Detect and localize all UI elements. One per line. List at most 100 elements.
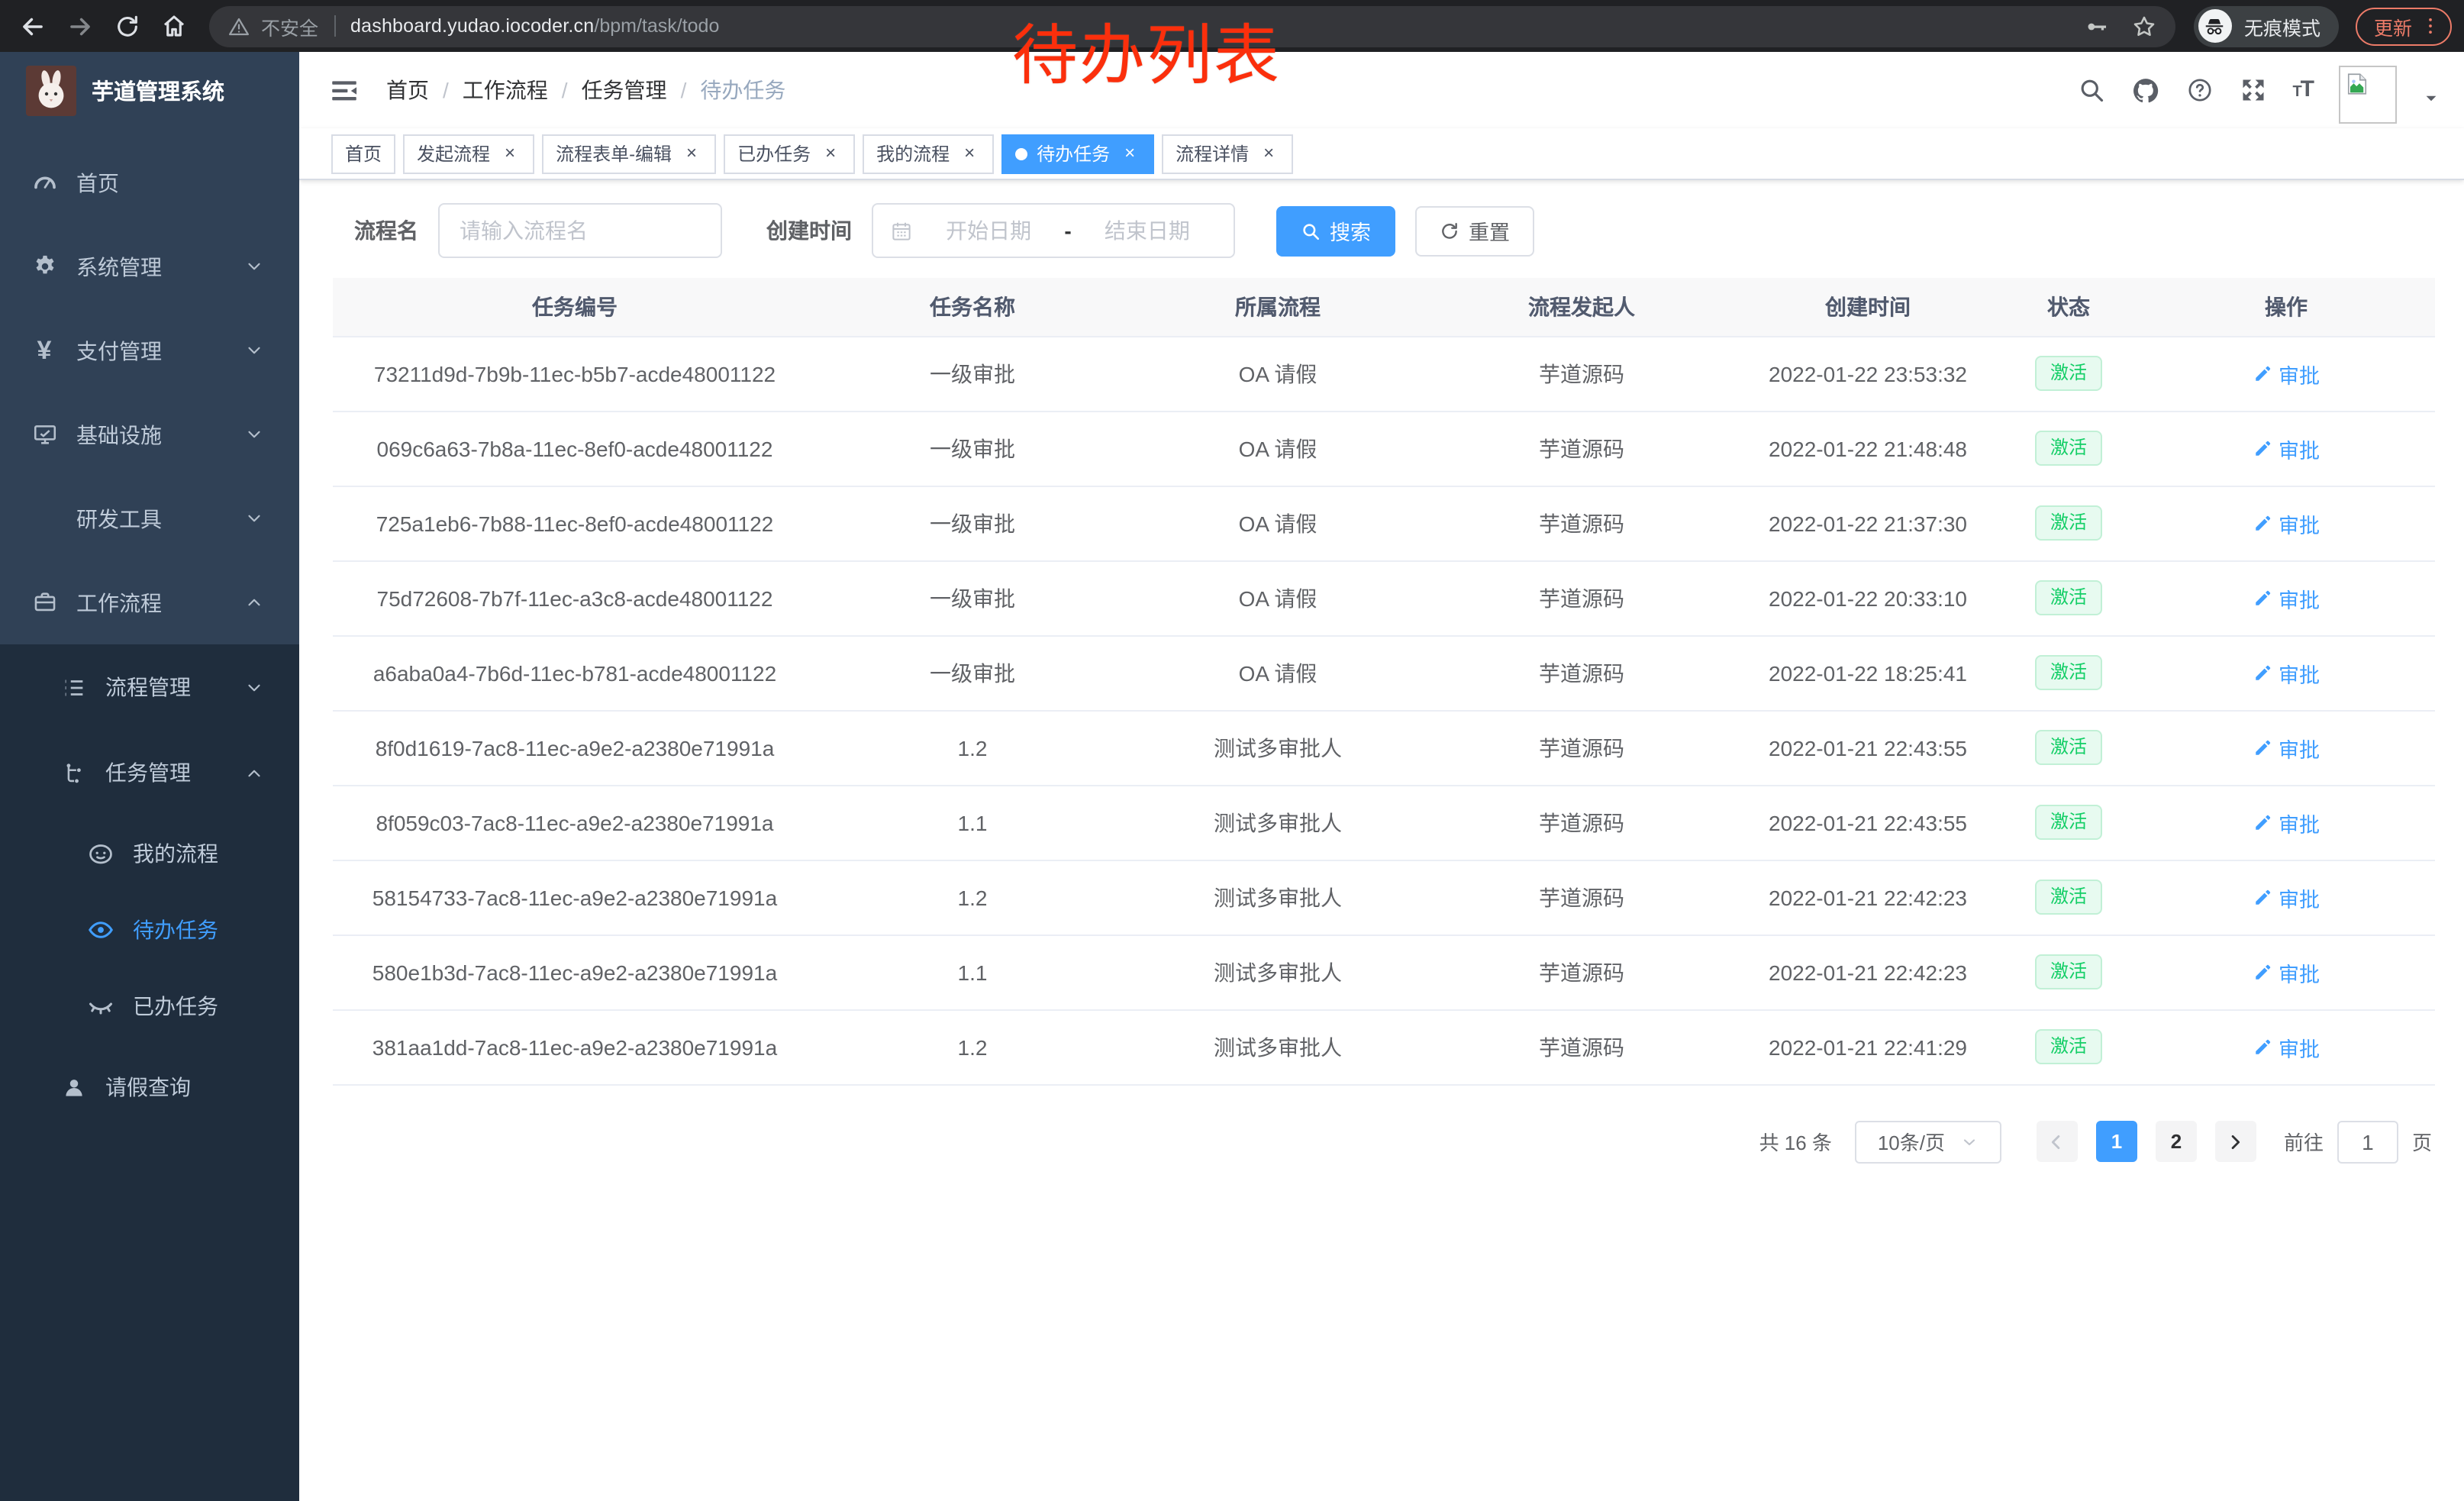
task-name-cell: 1.1 [817,785,1128,860]
page-size-select[interactable]: 10条/页 [1855,1120,2001,1163]
sidebar-item-leave-query[interactable]: 请假查询 [0,1044,299,1130]
breadcrumb-item[interactable]: 任务管理 [582,75,667,105]
sidebar-item-home[interactable]: 首页 [0,140,299,224]
help-icon[interactable] [2185,76,2213,104]
star-icon[interactable] [2131,13,2157,39]
initiator-cell: 芋道源码 [1427,635,1736,710]
close-icon[interactable]: × [820,143,841,164]
sidebar-item-infrastructure[interactable]: 基础设施 [0,392,299,476]
eye-closed-icon [85,993,116,1020]
chevron-right-icon [2225,1131,2246,1152]
fullscreen-icon[interactable] [2239,76,2266,104]
home-icon[interactable] [159,11,189,41]
reset-button[interactable]: 重置 [1415,205,1534,256]
action-cell: 审批 [2137,710,2435,785]
status-badge: 激活 [2035,505,2102,541]
edit-icon [2253,738,2272,757]
table-row: 069c6a63-7b8a-11ec-8ef0-acde48001122一级审批… [333,411,2435,486]
page-button-1[interactable]: 1 [2096,1121,2137,1162]
sidebar-item-devtools[interactable]: 研发工具 [0,476,299,560]
status-cell: 激活 [2000,710,2137,785]
action-cell: 审批 [2137,785,2435,860]
browser-menu-icon[interactable] [2420,15,2441,37]
created-at-cell: 2022-01-22 21:48:48 [1736,411,2000,486]
end-date-placeholder[interactable]: 结束日期 [1078,215,1217,246]
sidebar-item-task-mgmt[interactable]: 任务管理 [0,730,299,815]
tab-form-edit[interactable]: 流程表单-编辑× [542,134,716,173]
edit-icon [2253,887,2272,907]
sidebar-item-system[interactable]: 系统管理 [0,224,299,308]
back-icon[interactable] [17,11,47,41]
task-name-cell: 一级审批 [817,560,1128,635]
start-date-placeholder[interactable]: 开始日期 [919,215,1058,246]
approve-label: 审批 [2279,882,2320,912]
sidebar-item-done-tasks[interactable]: 已办任务 [0,968,299,1044]
approve-link[interactable]: 审批 [2253,583,2320,613]
table-header-row: 任务编号任务名称所属流程流程发起人创建时间状态操作 [333,278,2435,336]
tags-view: 首页发起流程×流程表单-编辑×已办任务×我的流程×待办任务×流程详情× [299,128,2464,180]
approve-link[interactable]: 审批 [2253,957,2320,987]
app-logo-row[interactable]: 芋道管理系统 [0,52,299,128]
goto-page-input[interactable] [2337,1120,2398,1163]
search-icon[interactable] [2077,76,2104,104]
edit-icon [2253,588,2272,608]
update-button[interactable]: 更新 [2356,7,2452,45]
avatar[interactable] [2339,66,2397,124]
calendar-icon [890,219,913,242]
sidebar-item-label: 系统管理 [76,251,162,282]
sidebar: 芋道管理系统 首页系统管理 ¥支付管理基础设施研发工具工作流程 流程管理任务管理我… [0,52,299,1501]
approve-label: 审批 [2279,583,2320,613]
tab-done-tasks[interactable]: 已办任务 × [724,134,855,173]
close-icon[interactable]: × [681,143,702,164]
refresh-icon[interactable] [111,11,142,41]
tab-label: 已办任务 [737,140,811,166]
breadcrumb-item[interactable]: 首页 [386,75,429,105]
page-size-value: 10条/页 [1878,1127,1945,1156]
breadcrumb-item[interactable]: 工作流程 [463,75,548,105]
tab-my-process[interactable]: 我的流程× [863,134,994,173]
approve-link[interactable]: 审批 [2253,732,2320,763]
status-cell: 激活 [2000,1009,2137,1084]
approve-link[interactable]: 审批 [2253,433,2320,463]
security-label[interactable]: 不安全 [261,11,318,40]
chevron-down-icon [238,677,269,697]
sidebar-item-process-mgmt[interactable]: 流程管理 [0,644,299,730]
tab-home[interactable]: 首页 [331,134,395,173]
tab-todo-tasks[interactable]: 待办任务× [1001,134,1154,173]
sidebar-item-label: 研发工具 [76,503,162,534]
prev-page-button[interactable] [2037,1121,2078,1162]
process-name-input[interactable] [438,203,722,258]
close-icon[interactable]: × [1258,143,1279,164]
close-icon[interactable]: × [499,143,521,164]
close-icon[interactable]: × [1119,143,1140,164]
collapse-sidebar-icon[interactable] [328,74,360,106]
next-page-button[interactable] [2215,1121,2256,1162]
approve-link[interactable]: 审批 [2253,508,2320,538]
date-range-picker[interactable]: 开始日期 - 结束日期 [872,203,1235,258]
sidebar-item-todo-tasks[interactable]: 待办任务 [0,892,299,968]
tab-start-process[interactable]: 发起流程× [403,134,534,173]
key-icon[interactable] [2084,13,2110,39]
sidebar-item-payment[interactable]: ¥支付管理 [0,308,299,392]
close-icon[interactable]: × [959,143,980,164]
page-number: 1 [2111,1130,2122,1153]
tab-process-detail[interactable]: 流程详情 × [1162,134,1293,173]
sidebar-item-my-process[interactable]: 我的流程 [0,815,299,892]
search-button[interactable]: 搜索 [1276,205,1395,256]
github-icon[interactable] [2130,76,2159,105]
approve-link[interactable]: 审批 [2253,882,2320,912]
page-button-2[interactable]: 2 [2156,1121,2197,1162]
sidebar-item-workflow[interactable]: 工作流程 [0,560,299,644]
forward-icon[interactable] [64,11,95,41]
avatar-caret-icon[interactable] [2423,89,2440,106]
chevron-left-icon [2046,1131,2068,1152]
dashboard-icon [29,169,60,195]
tab-label: 流程详情 [1176,140,1249,166]
approve-link[interactable]: 审批 [2253,358,2320,389]
approve-link[interactable]: 审批 [2253,1031,2320,1062]
action-cell: 审批 [2137,860,2435,934]
chevron-down-icon [238,257,269,276]
font-size-icon[interactable]: TT [2292,76,2313,104]
approve-link[interactable]: 审批 [2253,657,2320,688]
approve-link[interactable]: 审批 [2253,807,2320,838]
